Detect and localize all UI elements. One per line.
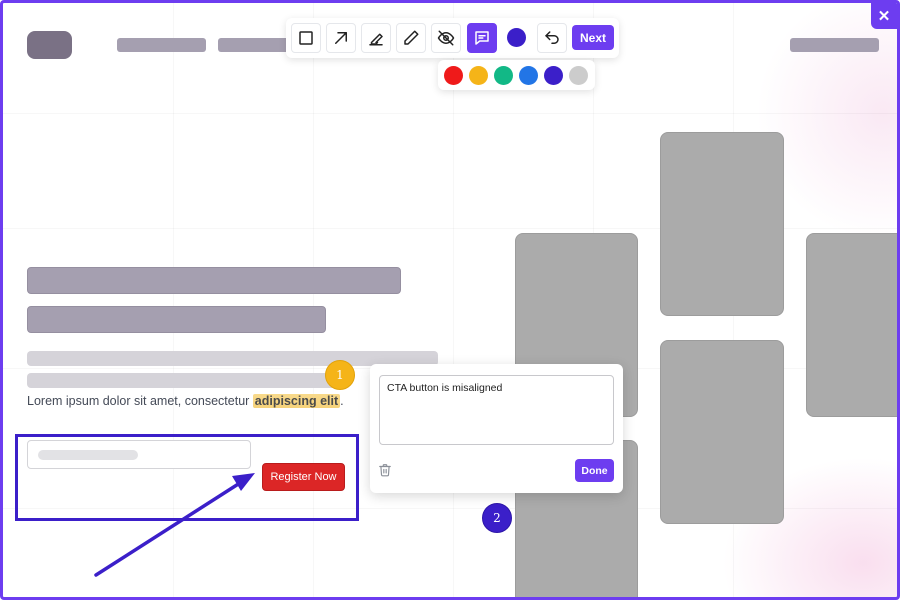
comment-tool[interactable] xyxy=(467,23,497,53)
nav-action-placeholder xyxy=(790,38,879,52)
pen-tool[interactable] xyxy=(396,23,426,53)
comment-marker-2[interactable]: 2 xyxy=(482,503,512,533)
message-square-icon xyxy=(475,31,489,45)
color-swatch-gray[interactable] xyxy=(569,66,588,85)
trash-icon[interactable] xyxy=(378,463,392,477)
pencil-icon xyxy=(404,30,419,45)
marker-number: 2 xyxy=(493,511,501,525)
gallery-tile xyxy=(806,233,897,417)
body-text-plain: Lorem ipsum dolor sit amet, consectetur xyxy=(27,394,253,408)
color-swatch-red[interactable] xyxy=(444,66,463,85)
arrow-tool[interactable] xyxy=(326,23,356,53)
body-text: Lorem ipsum dolor sit amet, consectetur … xyxy=(27,394,344,408)
square-icon xyxy=(299,31,313,45)
highlighter-icon xyxy=(369,33,383,46)
headline-placeholder xyxy=(27,267,401,294)
annotation-toolbar: Next xyxy=(286,18,619,58)
next-button[interactable]: Next xyxy=(572,25,614,50)
hide-tool[interactable] xyxy=(431,23,461,53)
comment-textarea[interactable]: CTA button is misaligned xyxy=(379,375,614,445)
done-button[interactable]: Done xyxy=(575,459,614,482)
marker-number: 1 xyxy=(336,368,344,382)
gallery-tile xyxy=(660,340,784,524)
site-logo-placeholder xyxy=(27,31,72,59)
undo-icon xyxy=(545,31,559,44)
color-swatch-blue[interactable] xyxy=(519,66,538,85)
body-line-placeholder xyxy=(27,373,347,388)
rectangle-tool[interactable] xyxy=(291,23,321,53)
close-button[interactable]: ✕ xyxy=(871,3,897,29)
subheadline-placeholder xyxy=(27,306,326,333)
color-swatch-indigo[interactable] xyxy=(544,66,563,85)
close-icon: ✕ xyxy=(877,8,891,25)
grid-line xyxy=(3,113,897,114)
color-palette xyxy=(438,60,595,90)
annotation-canvas[interactable]: Lorem ipsum dolor sit amet, consectetur … xyxy=(0,0,900,600)
comment-marker-1[interactable]: 1 xyxy=(325,360,355,390)
undo-button[interactable] xyxy=(537,23,567,53)
current-color-swatch[interactable] xyxy=(507,28,526,47)
gallery-tile xyxy=(660,132,784,316)
highlighter-tool[interactable] xyxy=(361,23,391,53)
body-text-end: . xyxy=(340,394,344,408)
arrow-up-right-icon xyxy=(335,32,347,44)
comment-popup: CTA button is misaligned Done xyxy=(370,364,623,493)
highlighted-text[interactable]: adipiscing elit xyxy=(252,394,341,408)
annotation-rectangle[interactable] xyxy=(15,434,359,521)
color-swatch-yellow[interactable] xyxy=(469,66,488,85)
eye-off-icon xyxy=(437,30,455,46)
nav-link-placeholder xyxy=(117,38,206,52)
color-swatch-green[interactable] xyxy=(494,66,513,85)
